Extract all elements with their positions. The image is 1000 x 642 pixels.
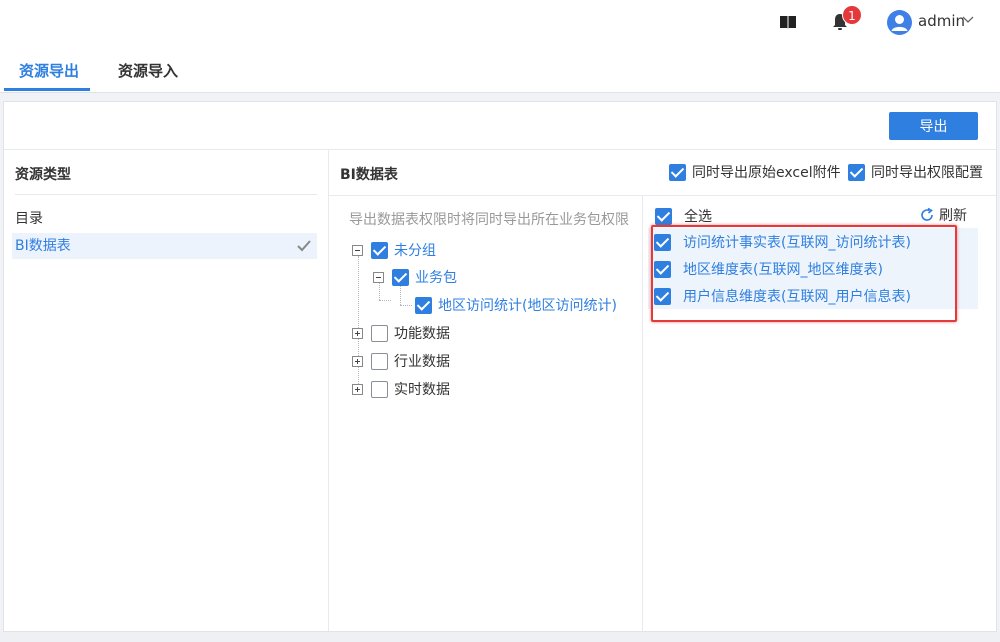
chevron-down-icon[interactable] — [962, 16, 974, 24]
resource-type-title: 资源类型 — [15, 167, 71, 183]
export-permission-label: 同时导出权限配置 — [871, 165, 983, 181]
checkbox-checked-icon[interactable] — [655, 207, 672, 225]
expand-icon[interactable] — [352, 355, 363, 367]
user-avatar-icon[interactable] — [887, 10, 912, 35]
checkbox-unchecked-icon[interactable] — [371, 324, 388, 342]
tree-node-label: 业务包 — [415, 270, 457, 286]
resource-type-label: 目录 — [15, 211, 43, 227]
divider — [328, 195, 996, 196]
bottom-strip — [0, 632, 1000, 642]
expand-icon[interactable] — [352, 383, 363, 395]
tree-node-business-package[interactable]: 业务包 — [373, 267, 457, 287]
tab-bar: 资源导出 资源导入 — [0, 46, 1000, 93]
checkbox-unchecked-icon[interactable] — [371, 380, 388, 398]
tab-resource-export[interactable]: 资源导出 — [19, 60, 79, 81]
resource-type-label: BI数据表 — [15, 238, 71, 254]
refresh-icon — [921, 207, 933, 221]
export-panel: 导出 资源类型 目录 BI数据表 BI数据表 同时导出原始excel附件 同时导… — [3, 101, 997, 632]
export-button[interactable]: 导出 — [889, 112, 978, 140]
bi-table-title: BI数据表 — [340, 167, 398, 183]
divider — [328, 149, 329, 631]
table-item[interactable]: 访问统计事实表(互联网_访问统计表) — [654, 231, 911, 253]
table-item-label: 访问统计事实表(互联网_访问统计表) — [683, 235, 911, 251]
tree-node-region-visit-stats[interactable]: 地区访问统计(地区访问统计) — [415, 295, 617, 315]
table-item-label: 用户信息维度表(互联网_用户信息表) — [683, 289, 911, 305]
resource-type-directory[interactable]: 目录 — [12, 206, 317, 232]
table-list: 访问统计事实表(互联网_访问统计表) 地区维度表(互联网_地区维度表) 用户信息… — [648, 228, 978, 309]
checkbox-checked-icon[interactable] — [654, 233, 671, 251]
notification-badge: 1 — [842, 5, 862, 25]
checkbox-checked-icon[interactable] — [654, 260, 671, 278]
resource-type-bi-table[interactable]: BI数据表 — [12, 233, 317, 259]
tree-node-industry-data[interactable]: 行业数据 — [352, 351, 450, 371]
tree-node-label: 行业数据 — [394, 354, 450, 370]
checkbox-checked-icon[interactable] — [848, 163, 865, 181]
collapse-icon[interactable] — [373, 271, 384, 283]
book-icon[interactable] — [779, 14, 797, 30]
tree-line — [400, 305, 412, 306]
tree-node-function-data[interactable]: 功能数据 — [352, 323, 450, 343]
refresh-label: 刷新 — [939, 208, 967, 224]
collapse-icon[interactable] — [352, 244, 363, 256]
checkbox-checked-icon[interactable] — [415, 296, 432, 314]
expand-icon[interactable] — [352, 327, 363, 339]
divider — [4, 149, 996, 150]
export-permission-option[interactable]: 同时导出权限配置 — [848, 162, 983, 182]
refresh-button[interactable]: 刷新 — [919, 205, 967, 225]
divider — [15, 194, 317, 195]
tree-node-label: 未分组 — [394, 243, 436, 259]
tree-line — [400, 284, 401, 305]
checkbox-checked-icon[interactable] — [654, 287, 671, 305]
checkbox-checked-icon[interactable] — [392, 268, 409, 286]
tab-resource-import[interactable]: 资源导入 — [118, 60, 178, 81]
permission-hint: 导出数据表权限时将同时导出所在业务包权限 — [349, 212, 629, 228]
tree-node-label: 地区访问统计(地区访问统计) — [438, 298, 617, 314]
checkbox-checked-icon[interactable] — [371, 241, 388, 259]
export-excel-label: 同时导出原始excel附件 — [692, 165, 841, 181]
tree-node-label: 功能数据 — [394, 326, 450, 342]
tree-line — [379, 300, 391, 301]
tree-node-realtime-data[interactable]: 实时数据 — [352, 379, 450, 399]
select-all-option[interactable]: 全选 — [655, 206, 712, 226]
check-icon — [297, 240, 311, 252]
export-excel-option[interactable]: 同时导出原始excel附件 — [669, 162, 841, 182]
checkbox-checked-icon[interactable] — [669, 163, 686, 181]
checkbox-unchecked-icon[interactable] — [371, 352, 388, 370]
divider — [642, 195, 643, 631]
username-label[interactable]: admin — [918, 12, 965, 30]
top-bar: 1 admin — [0, 0, 1000, 46]
active-tab-indicator — [4, 88, 90, 91]
select-all-label: 全选 — [684, 209, 712, 225]
table-item[interactable]: 用户信息维度表(互联网_用户信息表) — [654, 285, 911, 307]
table-item-label: 地区维度表(互联网_地区维度表) — [683, 262, 883, 278]
tree-node-ungrouped[interactable]: 未分组 — [352, 240, 436, 260]
table-item[interactable]: 地区维度表(互联网_地区维度表) — [654, 258, 883, 280]
tree-node-label: 实时数据 — [394, 382, 450, 398]
